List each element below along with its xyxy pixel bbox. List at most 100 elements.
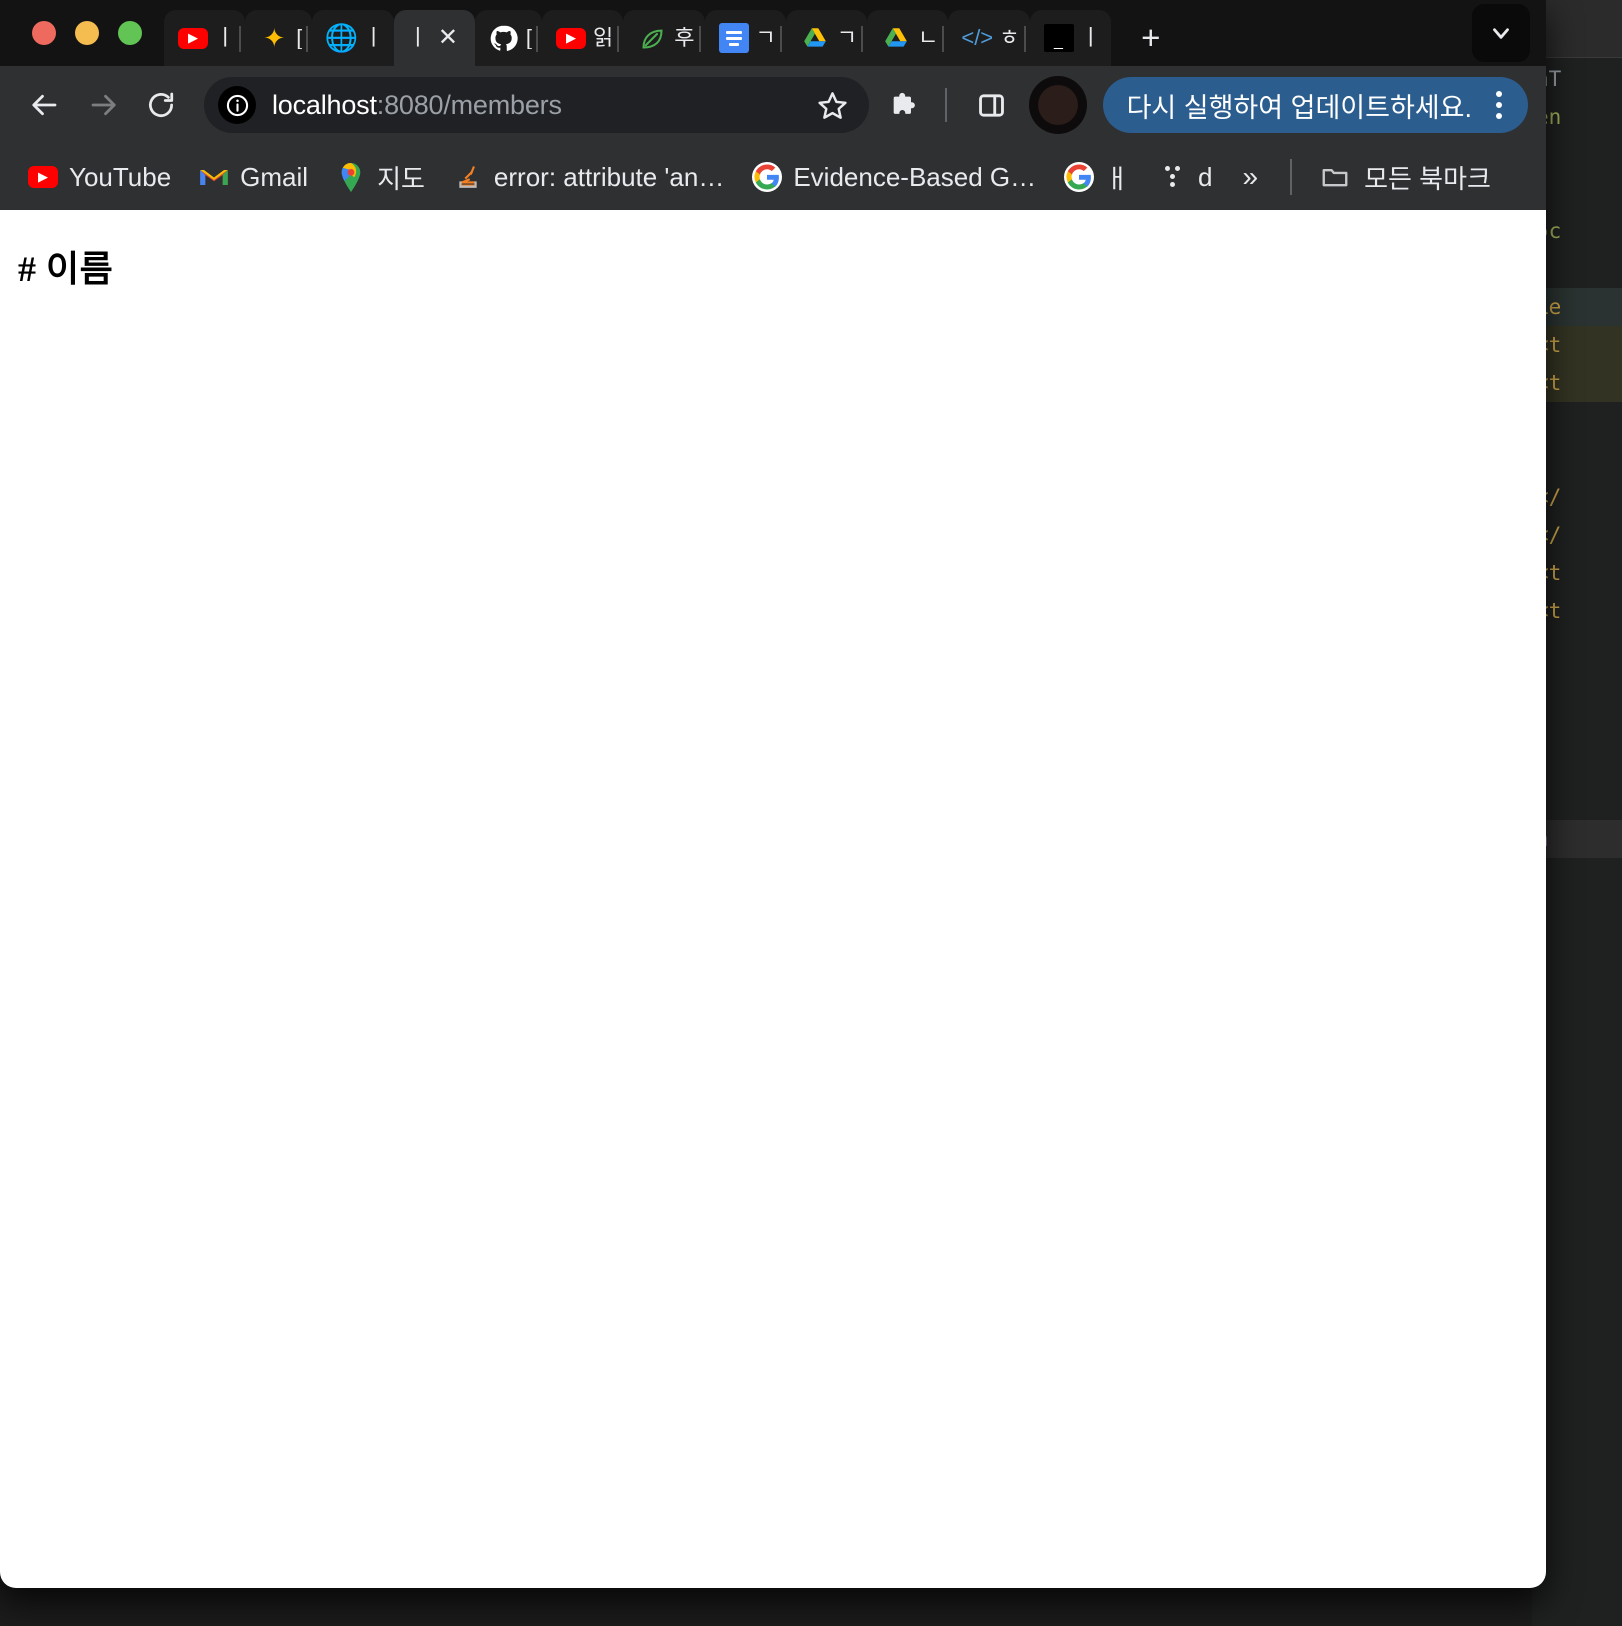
side-panel-icon [979, 93, 1004, 117]
tab-title: ㅣ [1080, 27, 1101, 49]
globe-icon: 🌐 [324, 23, 359, 53]
reload-icon [149, 92, 174, 117]
google-drive-icon [800, 23, 830, 53]
github-icon [489, 23, 519, 53]
bookmarks-divider [1290, 159, 1293, 195]
ide-code-line [1536, 896, 1622, 934]
tab-separator [942, 26, 945, 52]
ide-code-line [1536, 250, 1622, 288]
minimize-window-button[interactable] [75, 21, 99, 45]
chevron-down-icon [1493, 28, 1509, 39]
bookmark-label: YouTube [69, 161, 172, 192]
browser-tab[interactable]: 후 [617, 10, 705, 66]
bookmark-item[interactable]: ▶ YouTube [14, 153, 185, 201]
back-button[interactable] [18, 78, 72, 132]
ide-code-line: </ [1536, 478, 1622, 516]
folder-icon [1322, 168, 1348, 187]
bookmark-item[interactable]: error: attribute 'an… [439, 153, 738, 201]
browser-tab[interactable]: [ [474, 10, 542, 66]
browser-tab[interactable]: ㄱ [698, 10, 786, 66]
tab-separator [861, 26, 863, 52]
url-host: localhost [272, 89, 377, 120]
tab-title: ㄴ [918, 27, 939, 49]
tab-title: 읽 [593, 27, 614, 49]
side-panel-button[interactable] [965, 78, 1019, 132]
reload-button[interactable] [134, 78, 188, 132]
bookmarks-overflow-button[interactable]: » [1227, 153, 1275, 201]
arrow-right-icon [91, 94, 116, 116]
ide-code-line [1536, 782, 1622, 820]
tab-title: ㅎ [999, 27, 1020, 49]
tab-title: 후 [674, 27, 695, 49]
site-info-button[interactable] [218, 86, 256, 124]
bookmarks-bar: ▶ YouTube Gmail 지도 error: attribute 'an… Evid… [0, 144, 1546, 210]
ide-code-line: <t [1536, 326, 1622, 364]
all-bookmarks-button[interactable]: 모든 북마크 [1308, 153, 1503, 201]
tab-title: [ [296, 27, 303, 49]
new-tab-button[interactable]: + [1127, 13, 1175, 61]
dots-grid-icon [1157, 162, 1187, 192]
tab-separator [617, 26, 620, 52]
bookmark-label: Gmail [240, 161, 309, 192]
sparkle-icon: ✦ [263, 22, 286, 53]
browser-tab[interactable]: ✦[ [239, 10, 313, 66]
tab-separator [306, 26, 309, 52]
youtube-icon: ▶ [28, 162, 58, 192]
browser-tab[interactable]: ▶ 읽 [536, 10, 624, 66]
bookmark-label: ㅐ [1105, 163, 1130, 194]
browser-tab[interactable]: _ ㅣ [1023, 10, 1111, 66]
browser-tab[interactable]: </> ㅎ [942, 10, 1030, 66]
bookmark-item[interactable]: 지도 [322, 153, 439, 201]
url-path: :8080/members [376, 89, 562, 120]
address-bar[interactable]: localhost:8080/members [204, 77, 869, 133]
bookmark-label: d [1198, 161, 1213, 192]
ide-code-line [1536, 1010, 1622, 1048]
terminal-icon: _ [1043, 24, 1074, 52]
three-dots-vertical-icon [1496, 91, 1502, 97]
chrome-menu-button[interactable] [1482, 83, 1516, 127]
ide-code-line [1536, 1086, 1622, 1124]
bookmark-item[interactable]: d [1143, 153, 1226, 201]
ide-code-line: en [1536, 98, 1622, 136]
forward-button[interactable] [76, 78, 130, 132]
browser-tab-active[interactable]: ㅣ ✕ [393, 10, 475, 66]
url-text[interactable]: localhost:8080/members [272, 90, 811, 121]
bookmark-item[interactable]: Gmail [185, 153, 322, 201]
maps-icon [336, 162, 366, 192]
maximize-window-button[interactable] [118, 21, 142, 45]
bookmark-item[interactable]: ㅐ [1050, 153, 1143, 201]
browser-tab[interactable]: ㄴ [861, 10, 949, 66]
gmail-icon [199, 162, 229, 192]
tab-title: ㄱ [755, 27, 776, 49]
bookmark-this-page-button[interactable] [811, 83, 855, 127]
browser-tab[interactable]: 🌐 ㅣ [306, 10, 394, 66]
bookmark-item[interactable]: Evidence-Based G… [738, 153, 1050, 201]
window-controls [32, 21, 142, 45]
avatar [1037, 85, 1078, 125]
bookmark-label: 지도 [377, 163, 425, 194]
puzzle-icon [893, 92, 915, 114]
google-drive-icon [881, 23, 911, 53]
ide-code-line [1536, 706, 1622, 744]
update-browser-button[interactable]: 다시 실행하여 업데이트하세요. [1102, 77, 1528, 133]
tab-separator [536, 26, 538, 52]
profile-avatar-button[interactable] [1028, 76, 1087, 134]
close-window-button[interactable] [32, 21, 56, 45]
ide-code-line [1536, 858, 1622, 896]
all-bookmarks-label: 모든 북마크 [1364, 163, 1491, 194]
ide-code-line: <t [1536, 364, 1622, 402]
bookmark-label: Evidence-Based G… [793, 161, 1037, 192]
browser-toolbar: localhost:8080/members 다시 실행하여 업데이트하세요. [0, 66, 1546, 144]
ide-code-line [1536, 136, 1622, 174]
ide-code-line [1536, 630, 1622, 668]
browser-tab[interactable]: ▶ ㅣ [164, 10, 246, 66]
ide-code-line: n [1536, 820, 1622, 858]
browser-tab[interactable]: ㄱ [779, 10, 867, 66]
tab-title: [ [525, 27, 532, 49]
browser-window: ▶ ㅣ ✦[🌐 ㅣㅣ ✕[▶ 읽 후 ㄱㄱㄴ </> ㅎ _ ㅣ + local… [0, 0, 1546, 1588]
close-tab-button[interactable]: ✕ [435, 25, 461, 51]
tab-title: ㅣ [215, 27, 236, 49]
page-heading: # 이름 [18, 249, 114, 289]
tab-search-button[interactable] [1472, 4, 1530, 62]
extensions-button[interactable] [877, 78, 931, 132]
